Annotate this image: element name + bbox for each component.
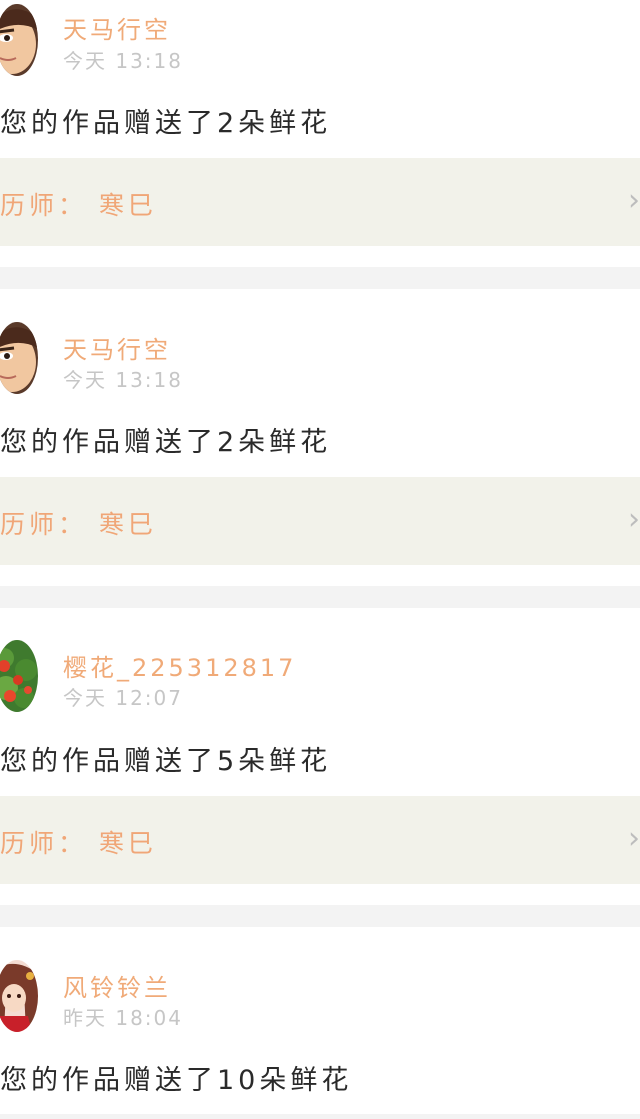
timestamp: 昨天 18:04 (63, 1006, 183, 1030)
cartoon-man-avatar-icon (0, 322, 38, 394)
timestamp: 今天 13:18 (63, 368, 183, 392)
work-link-row[interactable]: 历师： 寒巳 › (0, 477, 640, 565)
work-link-row[interactable]: 历师： 寒巳 › (0, 158, 640, 246)
gift-message: 您的作品赠送了2朵鲜花 (0, 108, 332, 139)
cartoon-man-avatar-icon (0, 4, 38, 76)
chevron-right-icon: › (628, 502, 640, 537)
avatar[interactable] (0, 640, 38, 712)
separator (0, 586, 640, 608)
notification-card: 樱花_225312817 今天 12:07 您的作品赠送了5朵鲜花 历师： 寒巳… (0, 608, 640, 905)
separator (0, 905, 640, 927)
chevron-right-icon: › (628, 821, 640, 856)
gift-message: 您的作品赠送了5朵鲜花 (0, 746, 332, 777)
notification-card: 天马行空 今天 13:18 您的作品赠送了2朵鲜花 历师： 寒巳 › (0, 0, 640, 267)
notification-card: 天马行空 今天 13:18 您的作品赠送了2朵鲜花 历师： 寒巳 › (0, 289, 640, 586)
work-label: 历师： 寒巳 (0, 829, 157, 858)
avatar[interactable] (0, 960, 38, 1032)
anime-girl-avatar-icon (0, 960, 38, 1032)
chevron-right-icon: › (628, 183, 640, 218)
gift-message: 您的作品赠送了10朵鲜花 (0, 1065, 353, 1096)
username[interactable]: 天马行空 (63, 10, 171, 45)
work-label: 历师： 寒巳 (0, 510, 157, 539)
username[interactable]: 樱花_225312817 (63, 648, 296, 683)
avatar[interactable] (0, 4, 38, 76)
timestamp: 今天 12:07 (63, 686, 183, 710)
avatar[interactable] (0, 322, 38, 394)
tomato-plant-avatar-icon (0, 640, 38, 712)
work-label: 历师： 寒巳 (0, 191, 157, 220)
notification-card: 风铃铃兰 昨天 18:04 您的作品赠送了10朵鲜花 (0, 927, 640, 1119)
separator (0, 1114, 640, 1119)
username[interactable]: 风铃铃兰 (63, 968, 171, 1003)
work-link-row[interactable]: 历师： 寒巳 › (0, 796, 640, 884)
timestamp: 今天 13:18 (63, 49, 183, 73)
notification-feed: 天马行空 今天 13:18 您的作品赠送了2朵鲜花 历师： 寒巳 › 天马行空 … (0, 0, 640, 1119)
separator (0, 267, 640, 289)
username[interactable]: 天马行空 (63, 330, 171, 365)
gift-message: 您的作品赠送了2朵鲜花 (0, 427, 332, 458)
